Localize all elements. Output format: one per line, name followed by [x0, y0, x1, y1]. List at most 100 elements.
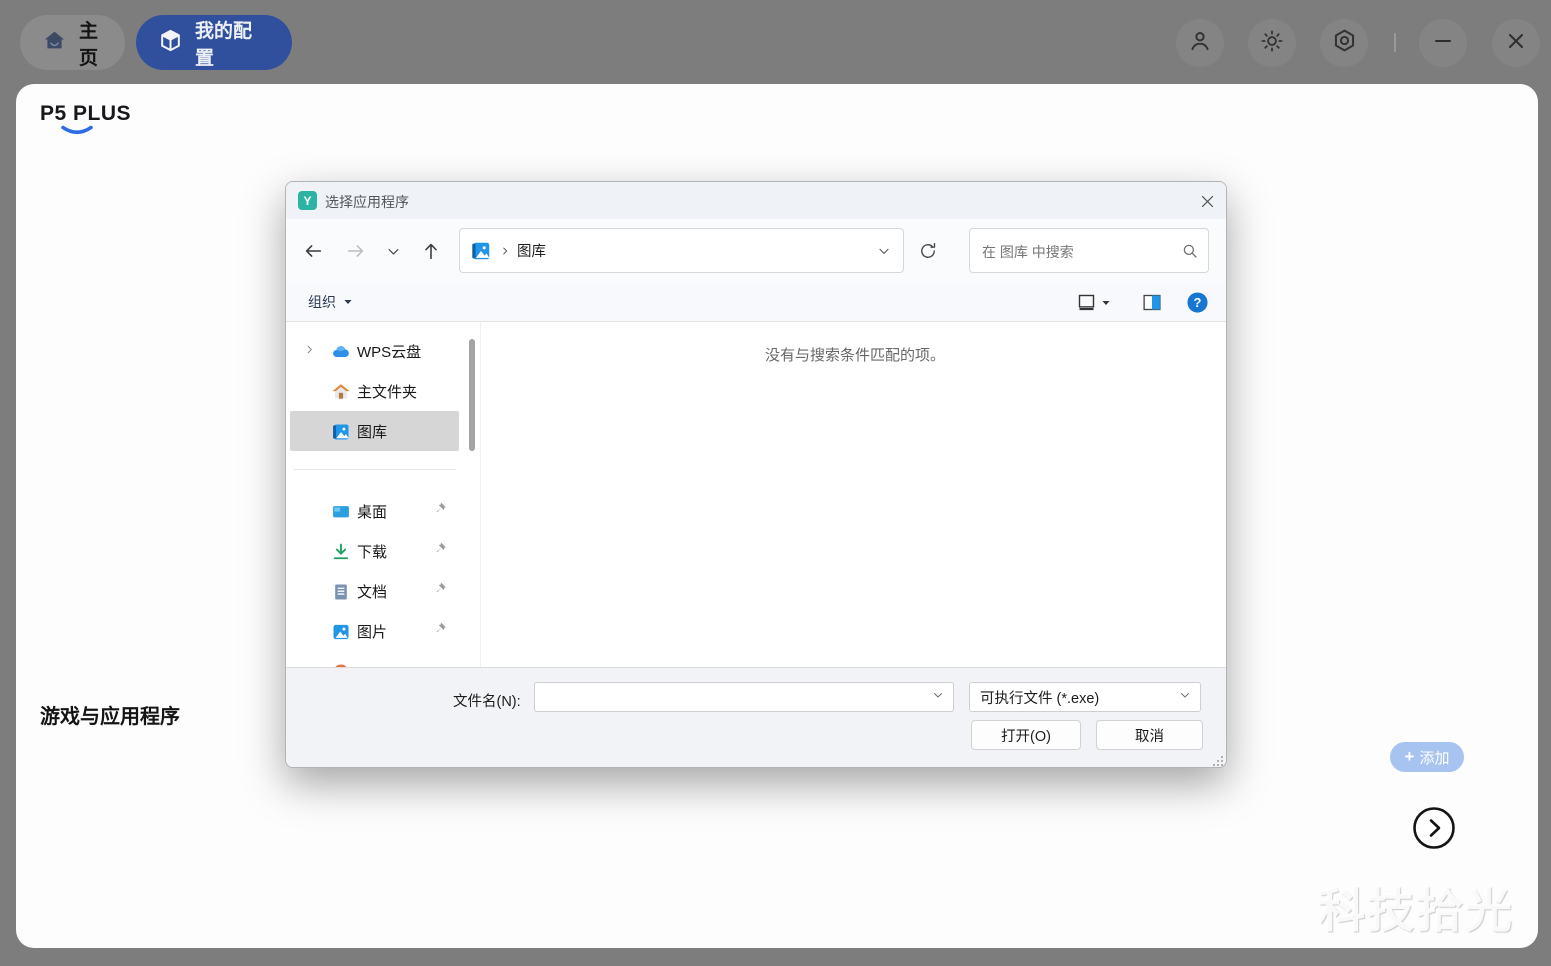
view-layout-icon — [1078, 294, 1095, 311]
chevron-down-icon[interactable] — [932, 688, 944, 706]
sidebar-item-desktop[interactable]: 桌面 — [290, 491, 459, 531]
address-dropdown-icon[interactable] — [877, 244, 891, 258]
sidebar-item-label: WPS云盘 — [357, 343, 422, 361]
help-icon: ? — [1187, 292, 1208, 313]
pin-icon[interactable] — [432, 581, 447, 601]
chevron-down-icon — [388, 248, 398, 255]
watermark-text: 科技拾光 — [1318, 884, 1514, 937]
sidebar-separator — [294, 469, 456, 470]
home-icon — [42, 28, 67, 58]
arrow-right-icon — [347, 245, 364, 257]
dialog-title: 选择应用程序 — [325, 194, 409, 210]
dialog-close-button[interactable] — [1192, 186, 1222, 216]
chevron-down-icon — [1102, 300, 1110, 305]
games-apps-section-label: 游戏与应用程序 — [40, 706, 180, 728]
refresh-button[interactable] — [912, 235, 944, 267]
pin-icon[interactable] — [432, 501, 447, 521]
gear-icon — [1331, 27, 1358, 59]
filename-label: 文件名(N): — [453, 694, 521, 710]
gallery-icon — [470, 240, 492, 262]
filetype-selected-value: 可执行文件 (*.exe) — [980, 690, 1100, 707]
dialog-titlebar[interactable]: Y 选择应用程序 — [286, 182, 1226, 220]
arrow-up-icon — [425, 243, 437, 260]
close-icon — [1201, 195, 1213, 207]
pin-icon[interactable] — [432, 621, 447, 641]
help-button[interactable]: ? — [1186, 291, 1209, 319]
pictures-icon — [331, 622, 350, 641]
tab-home-label: 主页 — [79, 20, 99, 69]
forward-button[interactable] — [340, 235, 372, 267]
settings-button[interactable] — [1320, 19, 1368, 67]
next-page-button[interactable] — [1412, 806, 1456, 850]
organize-label: 组织 — [308, 294, 336, 310]
sidebar-item-downloads[interactable]: 下载 — [290, 531, 459, 571]
desktop-icon — [331, 502, 350, 521]
tab-my-config[interactable]: 我的配置 — [136, 15, 292, 70]
filetype-select[interactable]: 可执行文件 (*.exe) — [969, 682, 1201, 712]
page-title: P5 PLUS — [40, 102, 132, 125]
pin-icon[interactable] — [432, 541, 447, 561]
up-button[interactable] — [415, 235, 447, 267]
filename-combobox — [534, 682, 954, 712]
breadcrumb-chevron-icon — [500, 245, 510, 257]
minimize-button[interactable] — [1419, 19, 1467, 67]
dialog-sidebar: WPS云盘 主文件夹 图库 桌面 下载 文档 图片 — [286, 322, 481, 667]
recent-locations-button[interactable] — [377, 235, 409, 267]
sidebar-item-label: 图库 — [357, 423, 388, 441]
close-window-button[interactable] — [1492, 19, 1540, 67]
theme-brightness-button[interactable] — [1248, 19, 1296, 67]
breadcrumb-location[interactable]: 图库 — [517, 240, 546, 261]
preview-pane-icon — [1143, 294, 1161, 311]
title-underline-accent — [60, 124, 94, 142]
expand-chevron-icon[interactable] — [304, 342, 315, 360]
titlebar-divider — [1394, 33, 1396, 52]
resize-grip[interactable] — [1212, 754, 1224, 767]
sidebar-item-label: 主文件夹 — [357, 383, 418, 401]
plus-icon: + — [1404, 747, 1415, 766]
close-icon — [1504, 29, 1528, 58]
cloud-icon — [331, 342, 350, 361]
cube-icon — [158, 28, 183, 58]
preview-pane-button[interactable] — [1141, 292, 1163, 318]
tab-home[interactable]: 主页 — [20, 15, 125, 70]
chevron-down-icon — [1179, 688, 1191, 706]
download-icon — [331, 542, 350, 561]
sidebar-item-documents[interactable]: 文档 — [290, 571, 459, 611]
sidebar-item-partial[interactable] — [290, 651, 459, 667]
address-breadcrumb-bar[interactable]: 图库 — [459, 228, 904, 273]
arrow-left-icon — [305, 245, 322, 257]
cancel-button[interactable]: 取消 — [1096, 720, 1203, 750]
add-button-label: 添加 — [1419, 749, 1450, 767]
open-button[interactable]: 打开(O) — [971, 720, 1081, 750]
sidebar-scrollbar[interactable] — [469, 339, 475, 451]
dialog-toolbar: 组织 ? — [286, 283, 1226, 322]
sidebar-item-pictures[interactable]: 图片 — [290, 611, 459, 651]
sidebar-item-label: 桌面 — [357, 503, 388, 521]
user-account-button[interactable] — [1176, 19, 1224, 67]
sidebar-item-label: 下载 — [357, 543, 388, 561]
user-icon — [1187, 28, 1213, 59]
minimize-icon — [1431, 29, 1455, 58]
sidebar-item-wps-cloud[interactable]: WPS云盘 — [290, 331, 459, 371]
search-input[interactable] — [980, 230, 1179, 273]
filename-input[interactable] — [543, 683, 932, 711]
app-titlebar: 主页 我的配置 — [0, 0, 1551, 84]
sidebar-item-label: 图片 — [357, 623, 388, 641]
brightness-icon — [1259, 28, 1285, 59]
refresh-icon — [921, 242, 936, 258]
sidebar-item-gallery[interactable]: 图库 — [290, 411, 459, 451]
view-mode-button[interactable] — [1076, 292, 1111, 313]
sidebar-item-home-folder[interactable]: 主文件夹 — [290, 371, 459, 411]
add-button[interactable]: + 添加 — [1390, 742, 1464, 772]
dialog-app-icon: Y — [298, 191, 317, 210]
search-box — [969, 228, 1209, 273]
back-button[interactable] — [297, 235, 329, 267]
empty-results-message: 没有与搜索条件匹配的项。 — [764, 347, 945, 364]
sidebar-item-label: 文档 — [357, 583, 388, 601]
dialog-address-row: 图库 — [286, 219, 1226, 283]
file-picker-dialog: Y 选择应用程序 图库 在 图库 中搜索 组织 ? WPS云盘 主文件夹 图库 … — [285, 181, 1227, 768]
organize-menu-button[interactable]: 组织 — [308, 292, 353, 312]
home-folder-icon — [331, 382, 350, 401]
tab-my-config-label: 我的配置 — [195, 20, 253, 69]
chevron-down-icon — [344, 300, 352, 304]
